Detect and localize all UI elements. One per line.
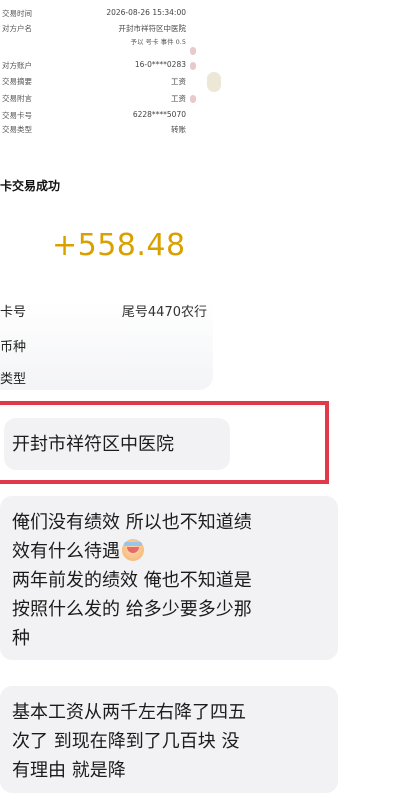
transaction-receipt: 交易时间 2026-08-26 15:34:00 对方户名 开封市祥符区中医院 … <box>0 0 196 150</box>
message-line: 俺们没有绩效 所以也不知道绩 <box>12 512 252 533</box>
receipt-value: 转账 <box>171 125 186 134</box>
receipt-label: 交易时间 <box>2 9 32 18</box>
message-line: 按照什么发的 给多少要多少那 <box>12 599 252 620</box>
receipt-subline: 予以 号卡 事件 0.5 <box>130 38 186 46</box>
receipt-row: 交易时间 2026-08-26 15:34:00 <box>2 8 192 22</box>
receipt-row: 交易附言 工资 <box>2 93 192 107</box>
card-row-label: 卡号 <box>0 305 27 320</box>
receipt-label: 对方户名 <box>2 24 32 33</box>
message-line: 基本工资从两千左右降了四五 <box>12 702 246 723</box>
message-line: 次了 到现在降到了几百块 没 <box>12 731 240 752</box>
message-text: 效有什么待遇 <box>12 541 120 562</box>
message-line: 有理由 就是降 <box>12 760 126 781</box>
receipt-row: 交易摘要 工资 <box>2 76 192 90</box>
receipt-row: 交易类型 转账 <box>2 124 192 138</box>
card-row-label: 币种 <box>0 340 27 355</box>
receipt-label: 交易附言 <box>2 94 32 103</box>
card-row: 币种 <box>0 336 207 355</box>
receipt-label: 交易摘要 <box>2 77 32 86</box>
receipt-row: 对方账户 16-0****0283 <box>2 60 192 74</box>
decoration <box>190 95 196 103</box>
crying-laughing-emoji-icon <box>122 539 144 561</box>
receipt-row: 交易卡号 6228****5070 <box>2 110 192 124</box>
bank-transaction-card: 卡交易成功 +558.48 卡号 尾号4470农行 币种 类型 <box>0 168 213 390</box>
receipt-value: 6228****5070 <box>132 110 186 119</box>
message-line: 种 <box>12 628 30 649</box>
message-line-with-emoji: 效有什么待遇 <box>12 537 332 566</box>
receipt-label: 交易类型 <box>2 125 32 134</box>
receipt-row: 对方户名 开封市祥符区中医院 <box>2 23 192 37</box>
card-row-value: 尾号4470农行 <box>121 305 207 320</box>
decoration <box>190 47 196 55</box>
coin-icon <box>207 72 221 92</box>
receipt-value: 工资 <box>171 94 186 103</box>
card-title: 卡交易成功 <box>0 179 61 193</box>
receipt-value: 开封市祥符区中医院 <box>118 24 187 33</box>
chat-message[interactable]: 开封市祥符区中医院 <box>4 418 230 470</box>
receipt-value: 工资 <box>171 77 186 86</box>
chat-message[interactable]: 基本工资从两千左右降了四五 次了 到现在降到了几百块 没 有理由 就是降 <box>0 686 338 793</box>
decoration <box>190 62 196 70</box>
receipt-value: 16-0****0283 <box>134 60 186 69</box>
chat-message[interactable]: 俺们没有绩效 所以也不知道绩 效有什么待遇 两年前发的绩效 俺也不知道是 按照什… <box>0 496 338 660</box>
message-text: 开封市祥符区中医院 <box>12 434 174 455</box>
card-row-label: 类型 <box>0 372 27 387</box>
receipt-label: 交易卡号 <box>2 111 32 120</box>
card-row: 卡号 尾号4470农行 <box>0 301 207 320</box>
card-row: 类型 <box>0 368 207 387</box>
message-line: 两年前发的绩效 俺也不知道是 <box>12 570 252 591</box>
receipt-label: 对方账户 <box>2 61 32 70</box>
receipt-value: 2026-08-26 15:34:00 <box>106 8 186 17</box>
transaction-amount: +558.48 <box>52 228 186 263</box>
